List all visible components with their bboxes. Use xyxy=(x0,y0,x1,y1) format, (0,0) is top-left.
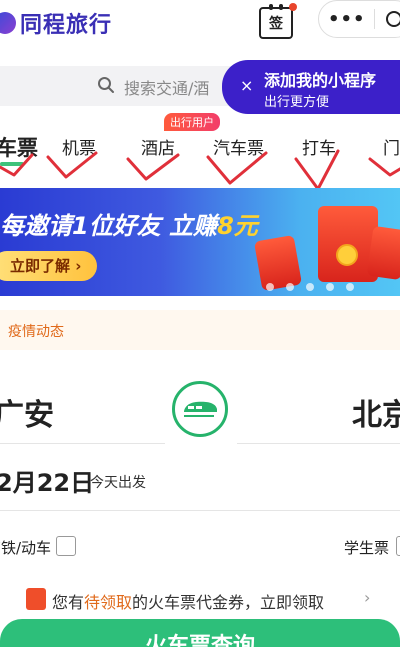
tab-taxi[interactable]: 打车 xyxy=(302,134,336,159)
divider xyxy=(0,510,400,511)
app-logo[interactable]: 同程旅行 xyxy=(0,8,112,38)
top-bar: 同程旅行 签 ••• xyxy=(0,0,400,48)
coupon-prefix: 您有 xyxy=(52,593,85,612)
date-note: 今天出发 xyxy=(90,475,146,491)
calendar-ring-icon xyxy=(279,4,283,10)
search-icon xyxy=(98,77,114,93)
coupon-prompt[interactable]: 您有待领取的火车票代金券，立即领取 xyxy=(52,589,324,613)
student-ticket-label: 学生票 xyxy=(344,539,390,557)
carousel-dot xyxy=(286,283,294,291)
coupon-icon xyxy=(26,588,46,610)
carousel-indicator xyxy=(266,276,376,291)
tab-hotel[interactable]: 酒店 xyxy=(141,134,175,159)
high-speed-label: 高铁/动车 xyxy=(0,539,52,557)
search-placeholder: 搜索交通/酒 xyxy=(124,79,210,98)
carousel-dot xyxy=(346,283,354,291)
departure-date[interactable]: 2月22日 xyxy=(0,463,94,498)
active-tab-indicator xyxy=(0,162,24,166)
add-miniprogram-tooltip[interactable]: × 添加我的小程序 出行更方便 xyxy=(222,60,400,114)
divider xyxy=(237,443,400,444)
notification-dot xyxy=(289,3,297,11)
red-envelope-icon xyxy=(366,225,400,281)
divider xyxy=(0,443,165,444)
tab-flight[interactable]: 机票 xyxy=(62,134,96,159)
departure-station[interactable]: 广安 xyxy=(0,390,54,434)
swap-stations-button[interactable] xyxy=(172,381,228,437)
coin-icon xyxy=(336,244,358,266)
carousel-dot xyxy=(326,283,334,291)
tooltip-subtitle: 出行更方便 xyxy=(264,95,330,110)
checkin-label: 签 xyxy=(269,16,283,32)
tab-train[interactable]: 车票 xyxy=(0,132,38,162)
epidemic-notice[interactable]: 疫情动态 xyxy=(0,310,400,350)
tab-bus[interactable]: 汽车票 xyxy=(213,134,264,159)
notice-text: 疫情动态 xyxy=(8,324,64,340)
app-name: 同程旅行 xyxy=(20,13,113,38)
close-miniprogram-button[interactable] xyxy=(375,0,400,38)
chevron-right-icon: › xyxy=(364,588,371,607)
learn-more-button[interactable]: 立即了解 › xyxy=(0,251,98,281)
train-swap-icon xyxy=(184,401,217,417)
banner-title-text: 每邀请1位好友 立赚 xyxy=(0,212,218,240)
tooltip-title: 添加我的小程序 xyxy=(264,71,377,90)
banner-title: 每邀请1位好友 立赚8元 xyxy=(0,206,258,241)
search-trains-button[interactable]: 火车票查询 xyxy=(0,619,400,647)
miniprogram-capsule: ••• xyxy=(318,0,400,38)
arrival-station[interactable]: 北京 xyxy=(352,390,400,434)
more-menu-button[interactable]: ••• xyxy=(319,9,374,30)
coupon-suffix: 的火车票代金券，立即领取 xyxy=(132,593,325,612)
carousel-dot xyxy=(306,283,314,291)
coupon-highlight: 待领取 xyxy=(84,593,133,612)
logo-mark-icon xyxy=(0,12,16,34)
close-icon[interactable]: × xyxy=(240,76,253,95)
calendar-ring-icon xyxy=(269,4,273,10)
high-speed-checkbox[interactable] xyxy=(56,536,76,556)
banner-amount: 8元 xyxy=(217,212,258,240)
tab-tickets[interactable]: 门 xyxy=(383,134,400,159)
student-ticket-checkbox[interactable] xyxy=(396,536,400,556)
checkin-calendar-button[interactable]: 签 xyxy=(259,3,297,39)
carousel-dot xyxy=(266,283,274,291)
search-trains-label: 火车票查询 xyxy=(144,634,255,647)
close-circle-icon xyxy=(386,11,400,27)
hotel-badge: 出行用户 xyxy=(164,113,220,131)
